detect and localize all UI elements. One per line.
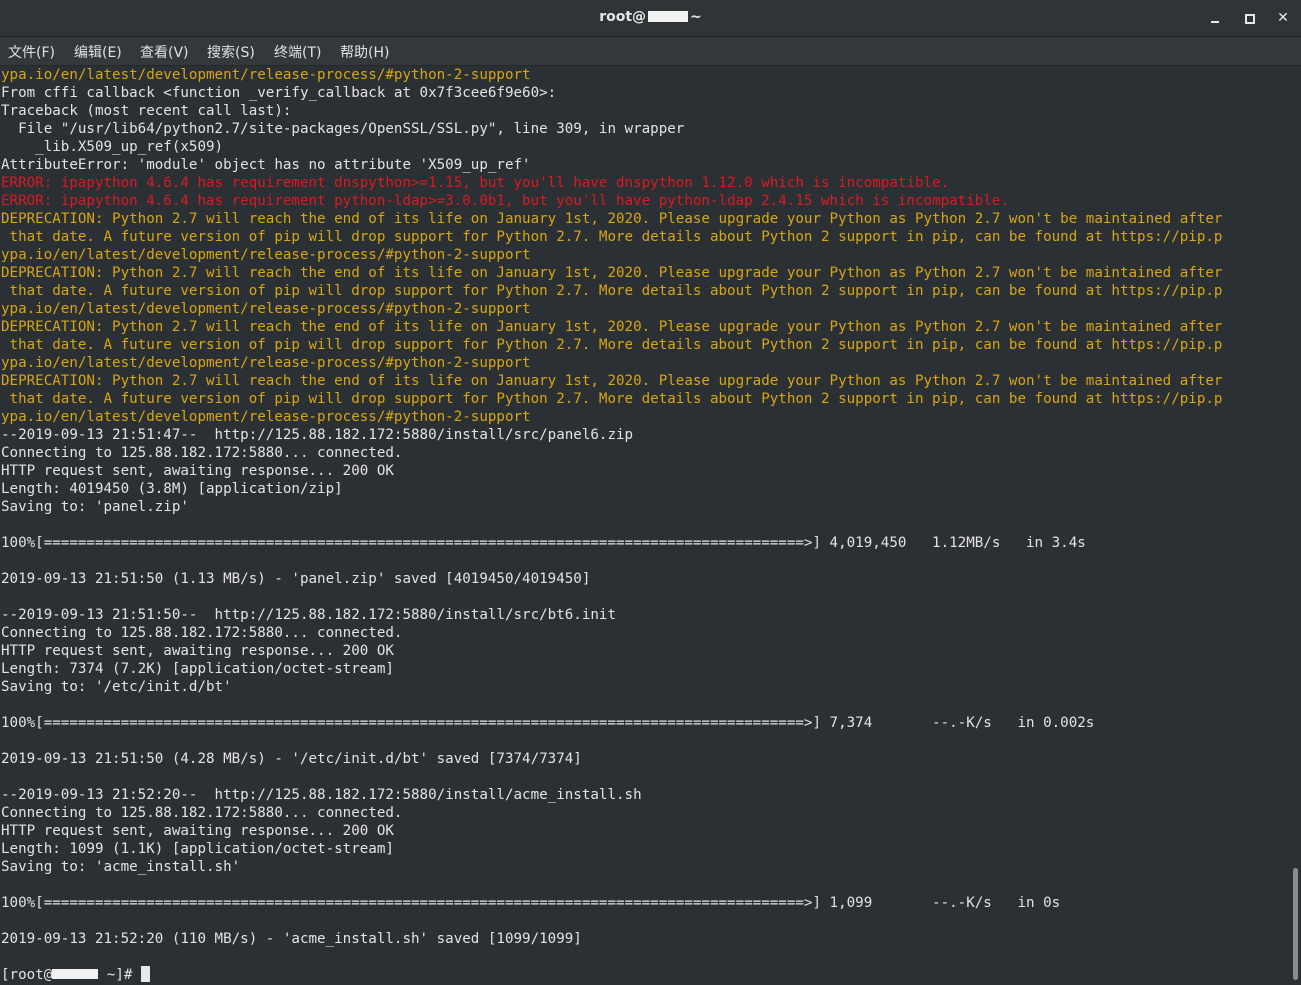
maximize-button[interactable] xyxy=(1238,7,1260,29)
terminal-line: that date. A future version of pip will … xyxy=(1,337,1223,353)
terminal-output[interactable]: ypa.io/en/latest/development/release-pro… xyxy=(0,66,1290,985)
terminal-line: Connecting to 125.88.182.172:5880... con… xyxy=(1,445,403,461)
terminal-line: AttributeError: 'module' object has no a… xyxy=(1,157,531,173)
terminal-line: DEPRECATION: Python 2.7 will reach the e… xyxy=(1,211,1223,227)
prompt-prefix: [root@ xyxy=(1,967,53,983)
terminal-line: Length: 1099 (1.1K) [application/octet-s… xyxy=(1,841,394,857)
menu-edit[interactable]: 编辑(E) xyxy=(74,42,122,62)
window-title: root@ ~ xyxy=(0,9,1301,25)
terminal-line: DEPRECATION: Python 2.7 will reach the e… xyxy=(1,265,1223,281)
terminal-line: ypa.io/en/latest/development/release-pro… xyxy=(1,409,531,425)
terminal-line: 2019-09-13 21:51:50 (1.13 MB/s) - 'panel… xyxy=(1,571,591,587)
redacted-hostname xyxy=(52,969,99,979)
terminal-line: File "/usr/lib64/python2.7/site-packages… xyxy=(1,121,685,137)
terminal-line: that date. A future version of pip will … xyxy=(1,283,1223,299)
terminal-line: Saving to: 'panel.zip' xyxy=(1,499,189,515)
terminal-line: Connecting to 125.88.182.172:5880... con… xyxy=(1,805,403,821)
terminal-line: ERROR: ipapython 4.6.4 has requirement d… xyxy=(1,175,950,191)
terminal-line: ypa.io/en/latest/development/release-pro… xyxy=(1,355,531,371)
terminal-line: --2019-09-13 21:51:50-- http://125.88.18… xyxy=(1,607,616,623)
shell-prompt[interactable]: [root@ ~]# xyxy=(1,966,1222,984)
menu-terminal[interactable]: 终端(T) xyxy=(274,42,321,62)
prompt-suffix: ~]# xyxy=(98,967,141,983)
terminal-line: HTTP request sent, awaiting response... … xyxy=(1,823,394,839)
terminal-line: that date. A future version of pip will … xyxy=(1,229,1223,245)
terminal-line: Connecting to 125.88.182.172:5880... con… xyxy=(1,625,403,641)
terminal-line: ypa.io/en/latest/development/release-pro… xyxy=(1,301,531,317)
terminal-line: 100%[===================================… xyxy=(1,895,1061,911)
menu-search[interactable]: 搜索(S) xyxy=(207,42,255,62)
minimize-icon xyxy=(1211,21,1219,23)
window-title-path: ~ xyxy=(690,9,702,25)
terminal-line: --2019-09-13 21:51:47-- http://125.88.18… xyxy=(1,427,634,443)
menu-bar: 文件(F) 编辑(E) 查看(V) 搜索(S) 终端(T) 帮助(H) xyxy=(0,37,1301,66)
terminal-line: HTTP request sent, awaiting response... … xyxy=(1,643,394,659)
scrollbar-thumb[interactable] xyxy=(1293,868,1298,980)
terminal-line: HTTP request sent, awaiting response... … xyxy=(1,463,394,479)
terminal-line: 100%[===================================… xyxy=(1,535,1086,551)
terminal-lines: ypa.io/en/latest/development/release-pro… xyxy=(1,66,1222,984)
terminal-line: that date. A future version of pip will … xyxy=(1,391,1223,407)
redacted-hostname xyxy=(648,11,689,22)
terminal-line: _lib.X509_up_ref(x509) xyxy=(1,139,224,155)
minimize-button[interactable] xyxy=(1204,7,1226,29)
terminal-line: Length: 4019450 (3.8M) [application/zip] xyxy=(1,481,343,497)
scrollbar[interactable] xyxy=(1290,66,1301,985)
terminal-line: Saving to: 'acme_install.sh' xyxy=(1,859,241,875)
title-bar[interactable]: root@ ~ ✕ xyxy=(0,0,1301,37)
text-cursor xyxy=(140,966,150,982)
terminal-line: Saving to: '/etc/init.d/bt' xyxy=(1,679,232,695)
terminal-line: DEPRECATION: Python 2.7 will reach the e… xyxy=(1,373,1223,389)
window-title-user: root@ xyxy=(599,9,647,25)
terminal-line: ERROR: ipapython 4.6.4 has requirement p… xyxy=(1,193,1009,209)
menu-view[interactable]: 查看(V) xyxy=(140,42,189,62)
close-button[interactable]: ✕ xyxy=(1272,7,1294,29)
close-icon: ✕ xyxy=(1277,10,1289,26)
terminal-line: 2019-09-13 21:52:20 (110 MB/s) - 'acme_i… xyxy=(1,931,582,947)
maximize-icon xyxy=(1245,14,1255,24)
terminal-line: From cffi callback <function _verify_cal… xyxy=(1,85,557,101)
terminal-line: 2019-09-13 21:51:50 (4.28 MB/s) - '/etc/… xyxy=(1,751,582,767)
menu-file[interactable]: 文件(F) xyxy=(8,42,55,62)
terminal-line: ypa.io/en/latest/development/release-pro… xyxy=(1,247,531,263)
terminal-line: Traceback (most recent call last): xyxy=(1,103,292,119)
terminal-line: --2019-09-13 21:52:20-- http://125.88.18… xyxy=(1,787,642,803)
terminal-line: ypa.io/en/latest/development/release-pro… xyxy=(1,67,531,83)
terminal-line: DEPRECATION: Python 2.7 will reach the e… xyxy=(1,319,1223,335)
terminal-line: 100%[===================================… xyxy=(1,715,1095,731)
menu-help[interactable]: 帮助(H) xyxy=(340,42,389,62)
terminal-window: root@ ~ ✕ 文件(F) 编辑(E) 查看(V) 搜索(S) 终端(T) 帮… xyxy=(0,0,1301,985)
terminal-line: Length: 7374 (7.2K) [application/octet-s… xyxy=(1,661,394,677)
